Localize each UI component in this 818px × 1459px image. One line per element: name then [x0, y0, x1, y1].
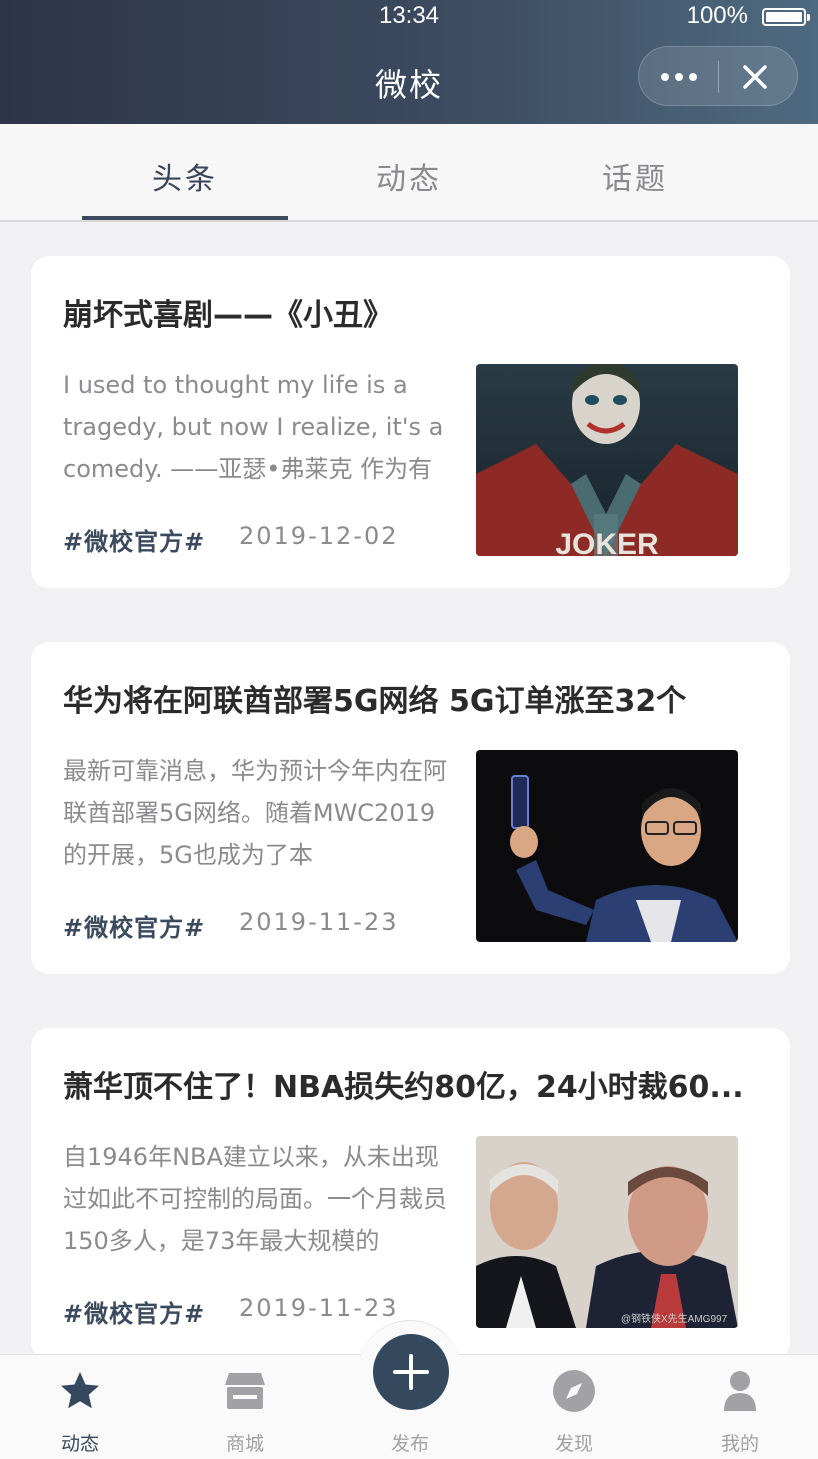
article-card[interactable]: 萧华顶不住了！NBA损失约80亿，24小时裁60... 自1946年NBA建立以… — [31, 1028, 790, 1360]
article-thumbnail: JOKER — [476, 364, 738, 556]
article-summary: 自1946年NBA建立以来，从未出现过如此不可控制的局面。一个月裁员150多人，… — [63, 1143, 447, 1255]
compass-icon — [553, 1370, 595, 1412]
active-tab-indicator — [82, 216, 288, 220]
tabbar-label: 商城 — [225, 1433, 264, 1455]
capsule-divider — [718, 61, 719, 93]
star-icon — [61, 1372, 99, 1409]
article-date: 2019-12-02 — [239, 522, 399, 550]
tabbar-label: 我的 — [720, 1433, 759, 1455]
tabbar-label: 发现 — [554, 1433, 593, 1455]
article-thumbnail — [476, 750, 738, 942]
tabbar-item-store[interactable]: 商城 — [180, 1355, 310, 1459]
article-card[interactable]: 华为将在阿联酋部署5G网络 5G订单涨至32个 最新可靠消息，华为预计今年内在阿… — [31, 642, 790, 974]
thumbnail-caption: @钢铁侠X先生AMG997 — [621, 1312, 728, 1325]
close-icon[interactable] — [739, 61, 771, 93]
article-tag[interactable]: #微校官方# — [63, 522, 205, 557]
tabbar-item-discover[interactable]: 发现 — [509, 1355, 639, 1459]
mini-program-capsule — [638, 46, 798, 106]
tabbar-label: 动态 — [60, 1433, 99, 1455]
article-summary: I used to thought my life is a tragedy, … — [63, 371, 444, 483]
article-tag[interactable]: #微校官方# — [63, 908, 205, 943]
tab-updates[interactable]: 动态 — [306, 154, 512, 198]
tabbar-item-updates[interactable]: 动态 — [15, 1355, 145, 1459]
category-tabs: 头条 动态 话题 — [0, 124, 818, 222]
tab-headlines[interactable]: 头条 — [82, 154, 288, 198]
article-title: 华为将在阿联酋部署5G网络 5G订单涨至32个 — [63, 684, 687, 719]
plus-icon — [393, 1354, 429, 1390]
article-title: 崩坏式喜剧——《小丑》 — [63, 298, 393, 333]
article-card[interactable]: 崩坏式喜剧——《小丑》 I used to thought my life is… — [31, 256, 790, 588]
article-date: 2019-11-23 — [239, 908, 399, 936]
tabbar-label: 发布 — [390, 1433, 429, 1455]
more-icon[interactable] — [657, 63, 701, 91]
battery-level: 100% — [686, 2, 748, 29]
publish-button[interactable] — [373, 1334, 449, 1410]
article-date: 2019-11-23 — [239, 1294, 399, 1322]
thumbnail-caption: JOKER — [555, 528, 659, 556]
store-icon — [225, 1373, 265, 1409]
tab-topics[interactable]: 话题 — [532, 154, 738, 198]
article-thumbnail: @钢铁侠X先生AMG997 — [476, 1136, 738, 1328]
top-bar: 13:34 100% 微校 — [0, 0, 818, 124]
battery-icon — [762, 8, 810, 26]
user-icon — [724, 1371, 756, 1411]
tabbar-item-profile[interactable]: 我的 — [675, 1355, 805, 1459]
article-title: 萧华顶不住了！NBA损失约80亿，24小时裁60... — [63, 1070, 744, 1105]
article-summary: 最新可靠消息，华为预计今年内在阿联酋部署5G网络。随着MWC2019的开展，5G… — [63, 757, 447, 869]
article-tag[interactable]: #微校官方# — [63, 1294, 205, 1329]
